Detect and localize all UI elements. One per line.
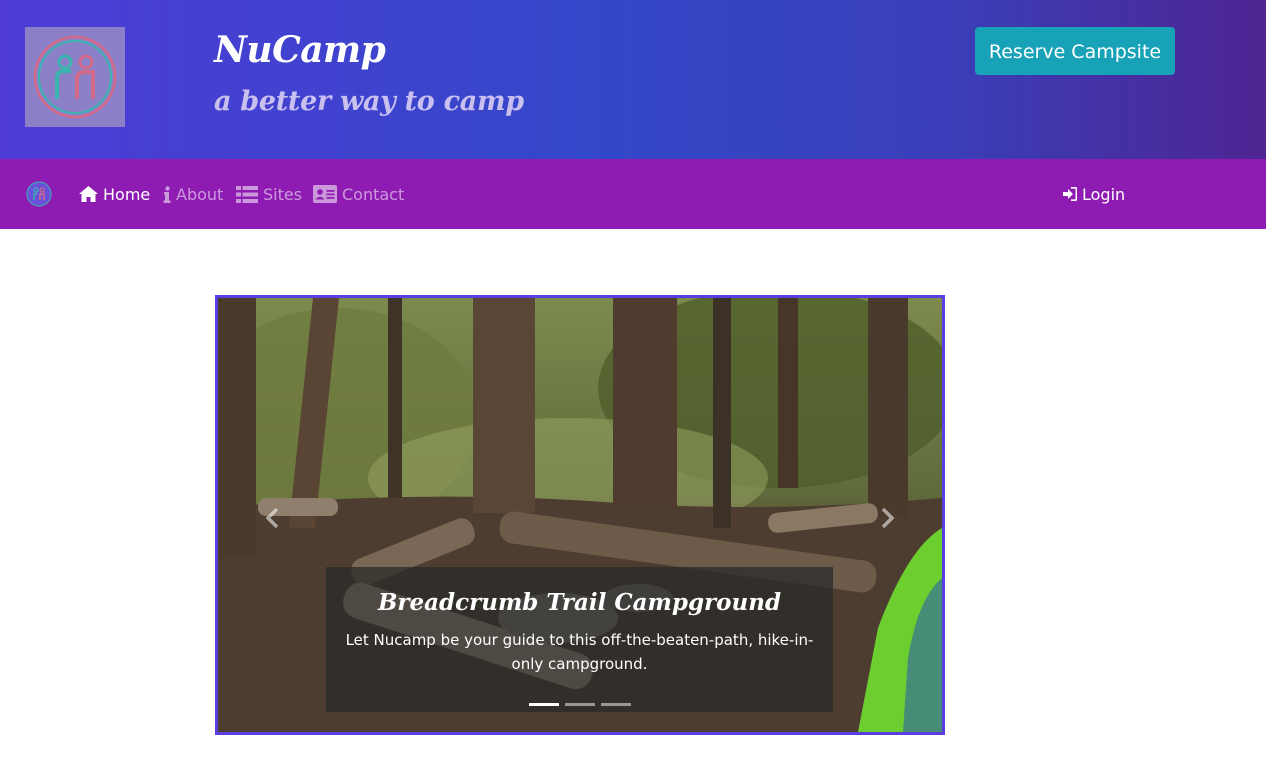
nav-item-sites[interactable]: Sites — [236, 159, 302, 229]
nav-item-contact[interactable]: Contact — [313, 159, 404, 229]
list-icon — [236, 185, 258, 203]
header-jumbotron: NuCamp a better way to camp Reserve Camp… — [0, 0, 1266, 159]
carousel-prev-button[interactable] — [260, 503, 284, 533]
carousel-indicator-2[interactable] — [565, 703, 595, 706]
nav-item-label: Contact — [342, 184, 405, 204]
nucamp-logo-icon — [25, 27, 125, 127]
navbar-logo-icon[interactable] — [26, 181, 52, 207]
brand-subtitle: a better way to camp — [214, 86, 524, 117]
nav-item-label: Sites — [263, 184, 303, 204]
reserve-campsite-button[interactable]: Reserve Campsite — [975, 27, 1175, 75]
carousel-indicators — [529, 703, 639, 709]
chevron-left-icon — [265, 507, 279, 529]
caption-text: Let Nucamp be your guide to this off-the… — [345, 631, 814, 673]
nav-item-label: Login — [1082, 184, 1126, 204]
carousel-indicator-3[interactable] — [601, 703, 631, 706]
nav-item-home[interactable]: Home — [79, 159, 150, 229]
nav-item-label: About — [176, 184, 224, 204]
sign-in-icon — [1063, 187, 1077, 201]
navbar: Home About Sites Contact Login — [0, 159, 1266, 229]
carousel-caption: Breadcrumb Trail Campground Let Nucamp b… — [326, 567, 833, 712]
home-icon — [79, 186, 98, 202]
carousel-indicator-1[interactable] — [529, 703, 559, 706]
caption-title: Breadcrumb Trail Campground — [377, 589, 782, 616]
brand-title: NuCamp — [214, 29, 386, 71]
campsite-carousel[interactable]: Breadcrumb Trail Campground Let Nucamp b… — [215, 295, 945, 735]
info-icon — [163, 185, 171, 203]
nav-item-login[interactable]: Login — [1063, 159, 1125, 229]
nav-item-label: Home — [103, 184, 151, 204]
address-card-icon — [313, 185, 337, 203]
nav-item-about[interactable]: About — [163, 159, 223, 229]
chevron-right-icon — [881, 507, 895, 529]
carousel-next-button[interactable] — [876, 503, 900, 533]
